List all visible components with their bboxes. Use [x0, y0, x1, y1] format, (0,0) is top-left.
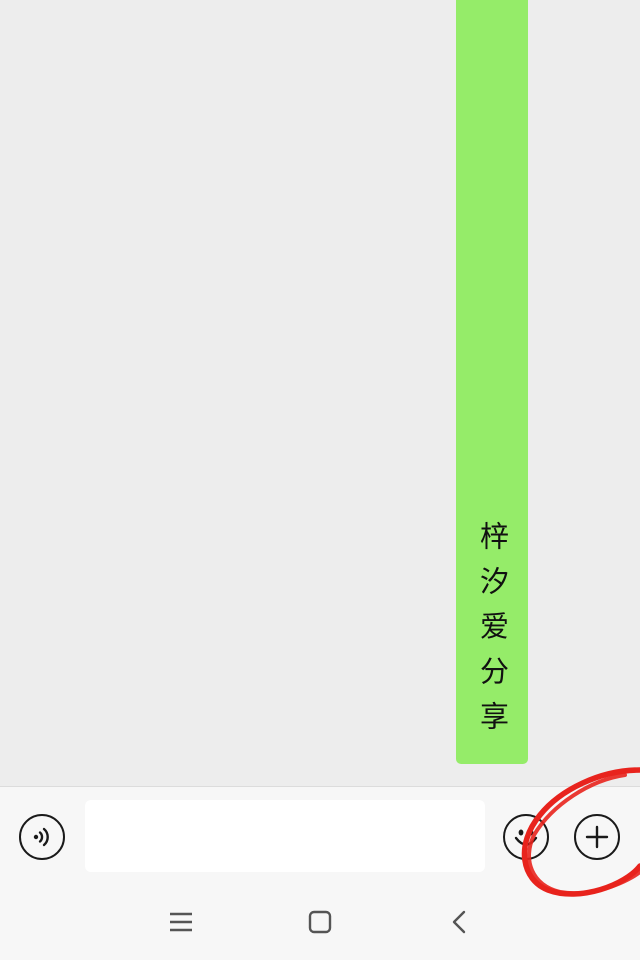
emoji-button[interactable]: [503, 814, 549, 860]
back-icon: [452, 910, 466, 934]
back-button[interactable]: [440, 904, 480, 940]
chat-input-bar: [0, 786, 640, 886]
home-icon: [308, 910, 332, 934]
system-navigation-bar: [0, 886, 640, 960]
emoji-icon: [514, 829, 538, 846]
voice-icon: [33, 827, 49, 847]
message-text: 梓汐爱分享: [475, 521, 510, 746]
plus-icon: [585, 825, 609, 849]
message-input[interactable]: [85, 800, 485, 872]
more-functions-button[interactable]: [574, 814, 620, 860]
chat-screen: 梓汐爱分享: [0, 0, 640, 960]
menu-icon: [170, 912, 192, 932]
chat-messages-area[interactable]: 梓汐爱分享: [0, 0, 640, 786]
home-button[interactable]: [300, 904, 340, 940]
sent-message-bubble[interactable]: 梓汐爱分享: [456, 0, 528, 764]
voice-input-button[interactable]: [19, 814, 65, 860]
recent-apps-button[interactable]: [161, 904, 201, 940]
